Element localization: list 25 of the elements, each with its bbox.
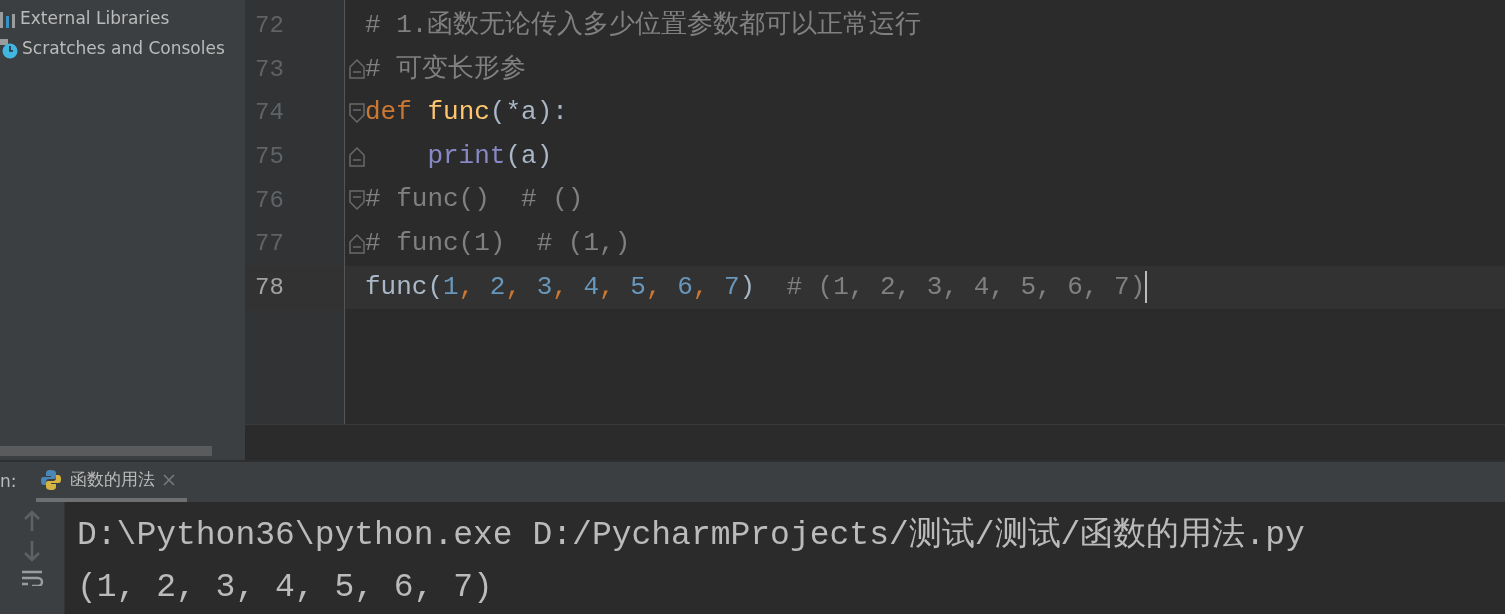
tree-item[interactable]: Scratches and Consoles: [0, 34, 245, 64]
down-arrow-icon[interactable]: [23, 540, 41, 562]
console-output-line: D:\Python36\python.exe D:/PycharmProjects/测试/测试/函数的用法.py: [77, 516, 1306, 556]
code-line: # 1.函数无论传入多少位置参数都可以正常运行: [365, 9, 922, 42]
fold-marker-icon[interactable]: [349, 58, 365, 81]
soft-wrap-icon[interactable]: [20, 570, 44, 586]
fold-marker-icon[interactable]: [349, 232, 365, 255]
tree-item[interactable]: External Libraries: [0, 4, 245, 34]
up-arrow-icon[interactable]: [23, 510, 41, 532]
code-line: # 可变长形参: [365, 52, 527, 86]
clock-icon: [0, 39, 18, 59]
code-line: # func(1) # (1,): [365, 226, 631, 260]
scrollbar[interactable]: [0, 446, 212, 456]
bar-chart-icon: [0, 10, 16, 28]
close-icon[interactable]: [163, 474, 175, 486]
fold-marker-icon[interactable]: [349, 189, 365, 212]
text-cursor: [1145, 271, 1148, 304]
panel-label: n:: [0, 470, 18, 494]
fold-marker-icon[interactable]: [349, 102, 365, 124]
code-line: print(a): [426, 139, 553, 173]
code-line: # func() # (): [365, 183, 584, 217]
code-line: def func(*a):: [365, 96, 568, 130]
console-output-line: (1, 2, 3, 4, 5, 6, 7): [77, 568, 494, 608]
fold-marker-icon[interactable]: [349, 145, 365, 168]
python-icon: [40, 469, 62, 491]
